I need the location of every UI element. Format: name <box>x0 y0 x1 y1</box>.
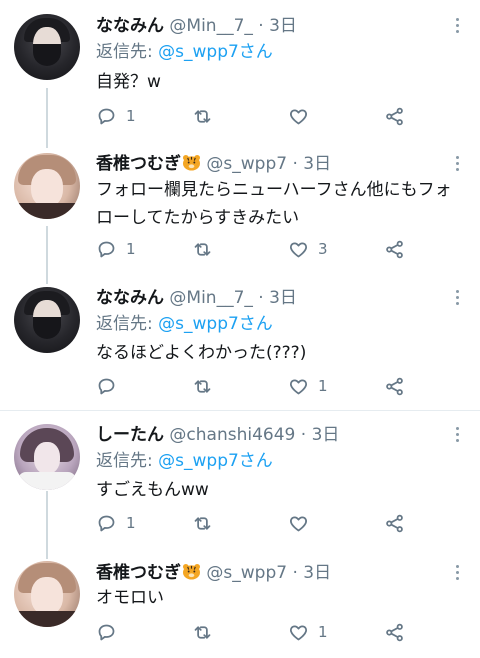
avatar[interactable] <box>14 561 80 627</box>
like-button[interactable]: 1 <box>288 619 328 645</box>
reply-button[interactable] <box>96 619 126 645</box>
tweet-text: オモロい <box>96 588 164 608</box>
share-icon <box>386 623 403 641</box>
more-icon[interactable] <box>456 565 460 583</box>
user-handle[interactable]: @s_wpp7 <box>206 563 287 583</box>
reply-icon <box>98 624 115 640</box>
tweet-header: 香椎つむぎ @s_wpp7 · 3日 <box>96 560 331 586</box>
like-icon <box>290 625 307 640</box>
retweet-icon <box>194 625 211 639</box>
tiger-emoji <box>183 563 200 580</box>
like-count: 1 <box>318 623 328 641</box>
display-name[interactable]: 香椎つむぎ <box>96 563 181 583</box>
timeline: ななみん @Min__7_ · 3日 返信先: @s_wpp7さん 自発？w 1 <box>0 0 480 658</box>
retweet-button[interactable] <box>192 619 222 645</box>
share-button[interactable] <box>384 619 405 645</box>
tweet[interactable]: 香椎つむぎ @s_wpp7 · 3日 オモロい 1 <box>0 0 480 658</box>
tweet-actions: 1 <box>96 619 416 645</box>
timestamp[interactable]: 3日 <box>303 563 331 583</box>
separator-dot: · <box>292 563 298 583</box>
